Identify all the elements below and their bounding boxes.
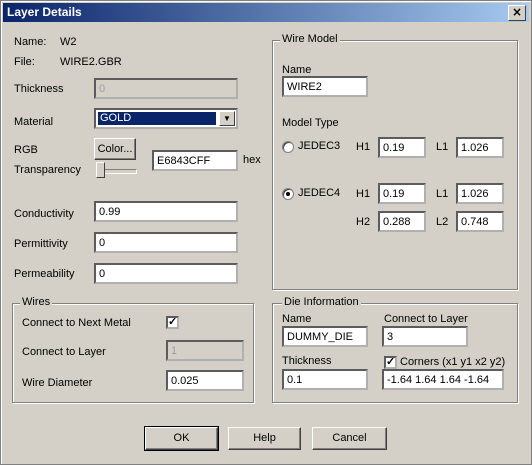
jedec3-label: JEDEC3 [298, 140, 341, 152]
jedec4-l2-label: L2 [436, 216, 449, 228]
permittivity-label: Permittivity [14, 238, 68, 250]
jedec3-l1-field[interactable]: 1.026 [456, 137, 504, 158]
wire-diameter-label: Wire Diameter [22, 377, 93, 389]
conductivity-label: Conductivity [14, 208, 74, 220]
jedec4-l1-label: L1 [436, 188, 449, 200]
jedec3-h1-label: H1 [356, 141, 371, 153]
jedec4-label: JEDEC4 [298, 187, 341, 199]
title-bar[interactable]: Layer Details × [3, 3, 529, 22]
color-button[interactable]: Color... [94, 138, 136, 160]
jedec4-l1-field[interactable]: 1.026 [456, 183, 504, 204]
name-label: Name: [14, 36, 47, 48]
die-information-group-title: Die Information [282, 296, 361, 308]
corners-checkbox[interactable]: ✓ [384, 356, 397, 369]
wire-model-name-field[interactable]: WIRE2 [282, 76, 368, 97]
transparency-slider-thumb[interactable] [96, 162, 105, 178]
wire-model-group-title: Wire Model [280, 33, 340, 45]
ok-button[interactable]: OK [144, 426, 219, 451]
conductivity-field[interactable]: 0.99 [94, 201, 238, 222]
permeability-field[interactable]: 0 [94, 263, 238, 284]
thickness-field[interactable]: 0 [94, 78, 238, 99]
die-connect-label: Connect to Layer [384, 313, 468, 325]
die-thickness-field[interactable]: 0.1 [282, 369, 368, 390]
jedec3-radio[interactable] [282, 141, 294, 153]
jedec4-h2-field[interactable]: 0.288 [378, 211, 426, 232]
corners-field[interactable]: -1.64 1.64 1.64 -1.64 [382, 369, 504, 390]
jedec4-radio[interactable] [282, 188, 294, 200]
thickness-label: Thickness [14, 83, 64, 95]
corners-label: Corners (x1 y1 x2 y2) [400, 356, 506, 368]
cancel-button[interactable]: Cancel [312, 427, 387, 450]
material-select[interactable]: GOLD ▼ [94, 108, 238, 129]
material-label: Material [14, 116, 54, 128]
connect-to-layer-field[interactable]: 1 [166, 340, 244, 361]
connect-next-metal-label: Connect to Next Metal [22, 317, 131, 329]
close-icon[interactable]: × [508, 5, 526, 21]
die-connect-field[interactable]: 3 [382, 326, 468, 347]
rgb-label: RGB [14, 144, 38, 156]
material-selected-value: GOLD [98, 112, 216, 125]
hex-field[interactable]: E6843CFF [152, 150, 238, 171]
wire-diameter-field[interactable]: 0.025 [166, 370, 244, 391]
permittivity-field[interactable]: 0 [94, 232, 238, 253]
file-value: WIRE2.GBR [60, 56, 122, 68]
permeability-label: Permeability [14, 268, 75, 280]
jedec4-h1-field[interactable]: 0.19 [378, 183, 426, 204]
wires-group-title: Wires [20, 296, 53, 308]
chevron-down-icon[interactable]: ▼ [219, 111, 235, 126]
help-button[interactable]: Help [228, 427, 301, 450]
die-name-label: Name [282, 313, 312, 325]
name-value: W2 [60, 36, 77, 48]
model-type-label: Model Type [282, 117, 339, 129]
wire-model-name-label: Name [282, 64, 312, 76]
die-thickness-label: Thickness [282, 355, 332, 367]
jedec4-l2-field[interactable]: 0.748 [456, 211, 504, 232]
transparency-label: Transparency [14, 164, 81, 176]
jedec4-h1-label: H1 [356, 188, 371, 200]
connect-to-layer-label: Connect to Layer [22, 346, 106, 358]
hex-label: hex [243, 154, 261, 166]
jedec4-h2-label: H2 [356, 216, 371, 228]
file-label: File: [14, 56, 35, 68]
radio-selected-dot [286, 192, 290, 196]
die-name-field[interactable]: DUMMY_DIE [282, 326, 368, 347]
jedec3-l1-label: L1 [436, 141, 449, 153]
jedec3-h1-field[interactable]: 0.19 [378, 137, 426, 158]
connect-next-metal-checkbox[interactable]: ✓ [166, 316, 179, 329]
dialog-title: Layer Details [7, 5, 82, 19]
